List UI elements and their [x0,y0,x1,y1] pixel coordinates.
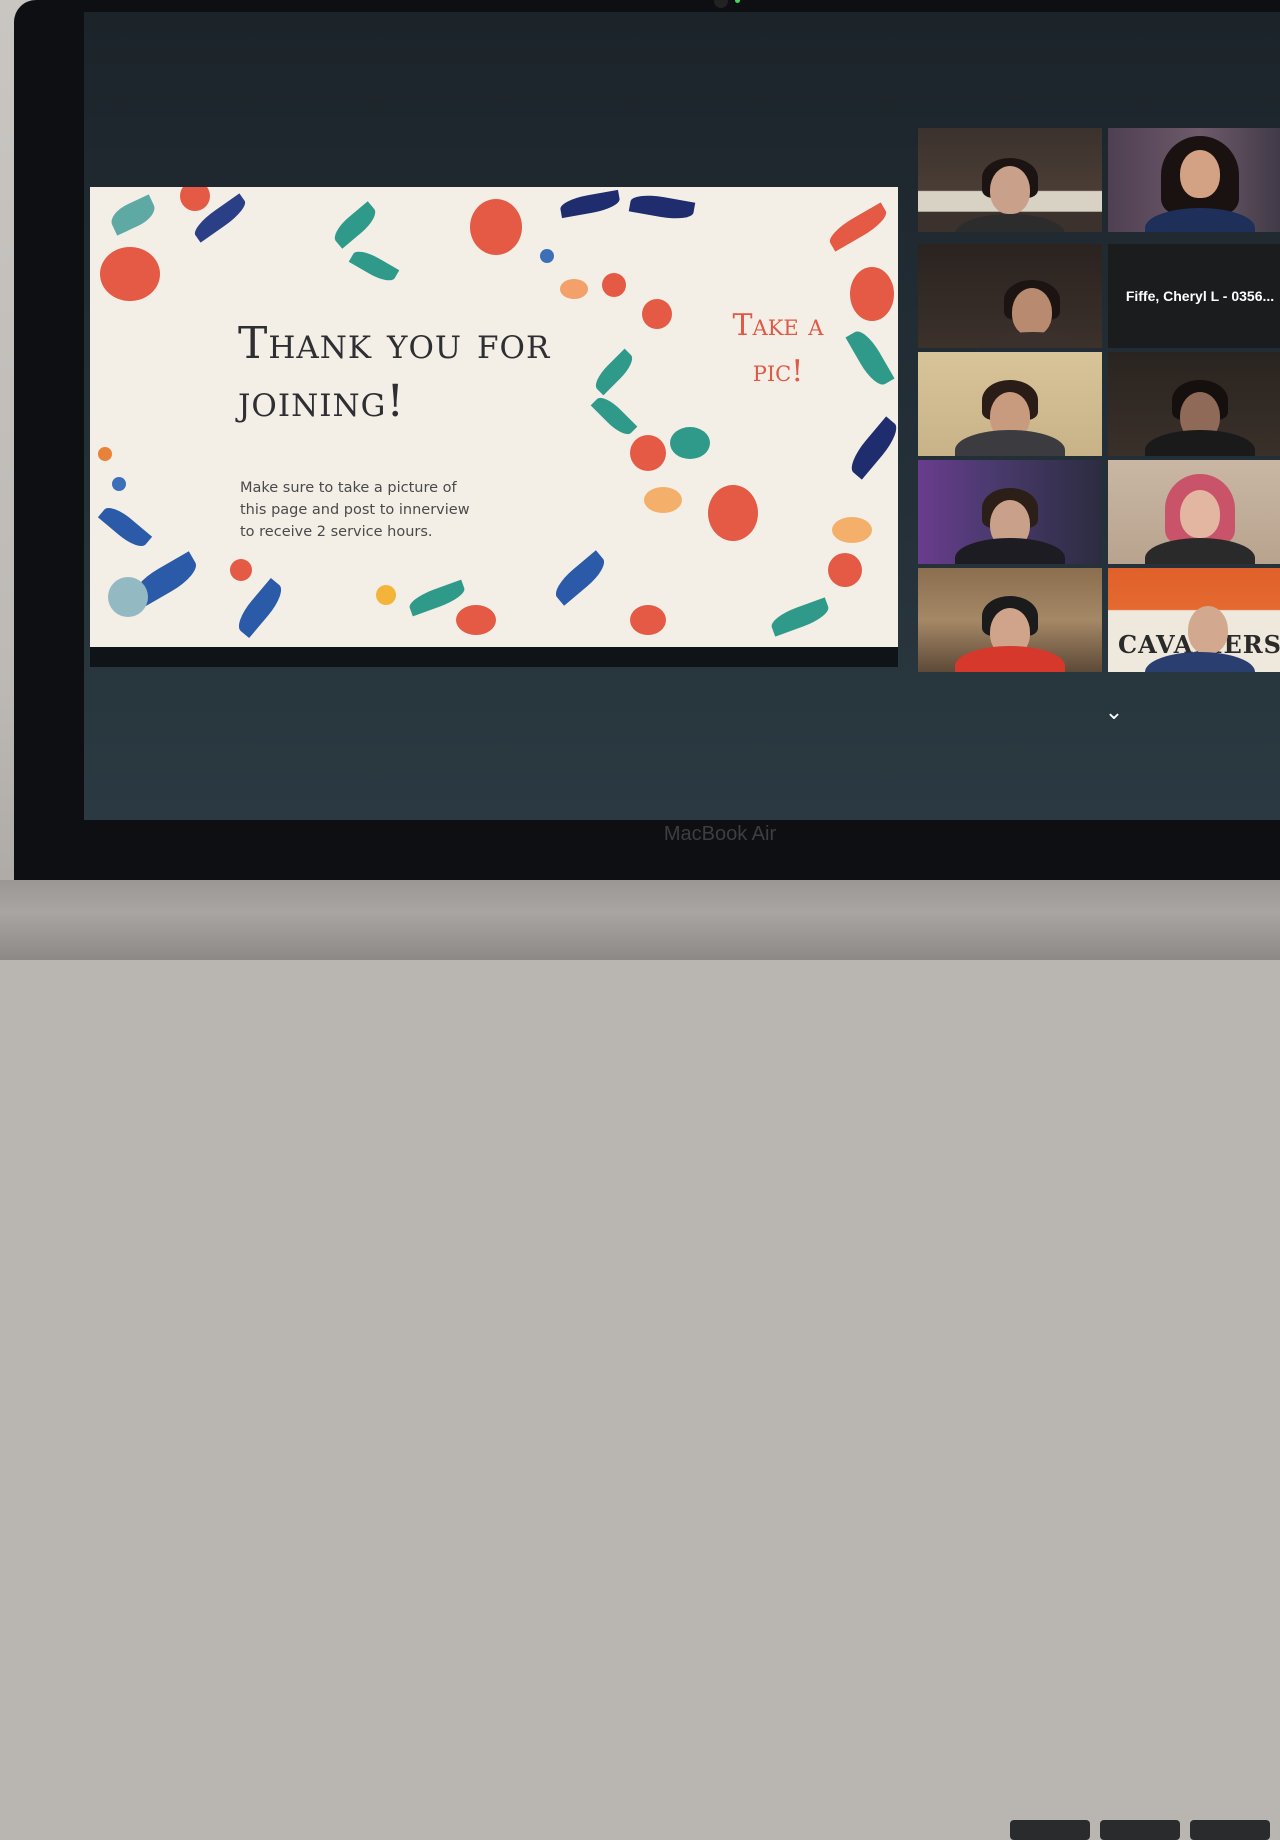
flower-decoration [708,485,758,541]
flower-decoration [560,279,588,299]
slide-callout: Take a pic! [718,303,838,395]
participant-name-label: Fiffe, Cheryl L - 0356... [1108,244,1280,348]
leaf-decoration [558,189,622,219]
keyboard-key [1010,1820,1090,1840]
participant-tile[interactable] [918,568,1102,672]
screen-bezel: Thank you for joining! Make sure to take… [14,0,1280,880]
flower-decoration [832,517,872,543]
laptop-hinge [0,880,1280,1840]
leaf-decoration [232,577,288,639]
flower-decoration [644,487,682,513]
laptop-frame: Thank you for joining! Make sure to take… [0,0,1280,1840]
participant-tile[interactable] [918,352,1102,456]
participant-tile-virtual-background[interactable]: CAVALIERS [1108,568,1280,672]
flower-decoration [98,447,112,461]
flower-decoration [602,273,626,297]
participant-tile[interactable] [918,460,1102,564]
participant-tile-active-speaker[interactable] [918,128,1102,232]
webcam [714,0,728,8]
flower-decoration [376,585,396,605]
leaf-decoration [97,501,153,553]
chevron-down-icon: ⌄ [1104,699,1124,724]
slide-body-text: Make sure to take a picture of this page… [240,480,470,540]
slide-title-line-2: joining! [238,376,406,427]
flower-decoration [630,435,666,471]
webcam-led [735,0,740,3]
flower-decoration [670,427,710,459]
flower-decoration [230,559,252,581]
participant-tile-name-only[interactable]: Fiffe, Cheryl L - 0356... [1108,244,1280,348]
gallery-next-page-button[interactable]: ⌄ [1098,699,1130,724]
participant-tile[interactable] [1108,460,1280,564]
slide-callout-line-2: pic! [752,354,804,389]
flower-decoration [456,605,496,635]
shared-screen-slide: Thank you for joining! Make sure to take… [90,187,898,647]
leaf-decoration [590,392,638,440]
leaf-decoration [825,202,891,252]
device-brand-label: MacBook Air [663,823,777,845]
leaf-decoration [348,246,400,286]
leaf-decoration [768,597,832,637]
flower-decoration [470,199,522,255]
leaf-decoration [845,416,898,480]
leaf-decoration [590,348,638,396]
meeting-window: Thank you for joining! Make sure to take… [84,12,1280,820]
slide-title: Thank you for joining! [238,315,558,431]
leaf-decoration [845,326,895,390]
flower-decoration [108,577,148,617]
flower-decoration [642,299,672,329]
participant-tile[interactable] [1108,352,1280,456]
flower-decoration [100,247,160,301]
shared-screen-bottom-bar [90,647,898,667]
flower-decoration [112,477,126,491]
keyboard-key [1190,1820,1270,1840]
flower-decoration [850,267,894,321]
leaf-decoration [107,194,159,236]
flower-decoration [828,553,862,587]
slide-callout-line-1: Take a [732,308,824,343]
leaf-decoration [329,201,381,249]
flower-decoration [540,249,554,263]
participant-tile[interactable] [918,244,1102,348]
leaf-decoration [628,191,696,223]
slide-title-line-1: Thank you for [238,318,551,369]
participant-gallery: Fiffe, Cheryl L - 0356... [918,128,1280,684]
participant-tile[interactable] [1108,128,1280,232]
flower-decoration [630,605,666,635]
flower-decoration [180,187,210,211]
leaf-decoration [549,550,611,606]
keyboard-key [1100,1820,1180,1840]
